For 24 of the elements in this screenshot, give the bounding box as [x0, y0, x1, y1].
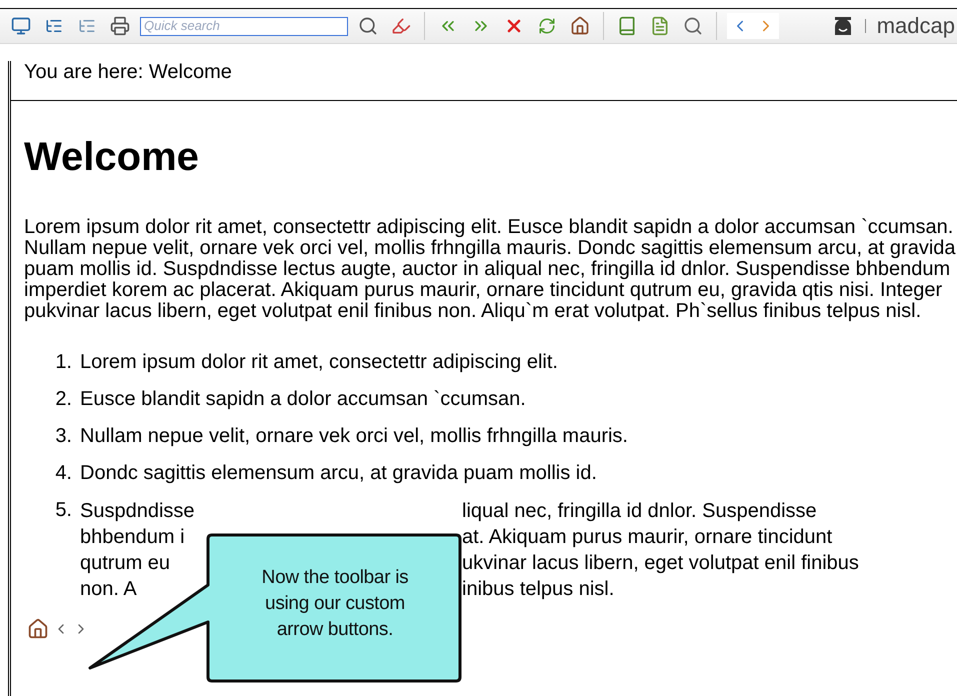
- list-item-text: Suspdndisse: [80, 500, 195, 522]
- list-item-text: qutrum eu: [80, 552, 170, 574]
- list-item-text: non. A: [80, 578, 137, 600]
- list-item-text: liqual nec, fringilla id dnlor. Suspendisse: [462, 499, 817, 524]
- list-number: 3.: [54, 426, 73, 447]
- page-heading: Welcome: [24, 134, 200, 181]
- callout-text: Now the toolbar is using our custom arrow buttons.: [260, 566, 410, 642]
- home-icon[interactable]: [27, 618, 49, 640]
- list-item-text: Lorem ipsum dolor rit amet, consectettr adipiscing elit.: [80, 352, 558, 373]
- search-field[interactable]: Quick search: [140, 16, 348, 36]
- list-item-text: ukvinar lacus libern, eget volutpat enil finibus: [462, 551, 859, 576]
- breadcrumb: You are here: Welcome: [24, 61, 233, 84]
- list-number: 2.: [54, 389, 73, 410]
- list-item-text: Eusce blandit sapidn a dolor accumsan `ccumsan.: [80, 389, 526, 410]
- list-number: 4.: [54, 463, 73, 484]
- list-number: 1.: [54, 352, 73, 373]
- list-item-text: Dondc sagittis elemensum arcu, at gravida puam mollis id.: [80, 463, 597, 484]
- logo-text: madcap: [876, 15, 955, 37]
- list-item-text: inibus telpus nisl.: [462, 577, 614, 602]
- list-number: 5.: [54, 500, 73, 523]
- body-paragraph: Lorem ipsum dolor rit amet, consectettr adipiscing elit. Eusce blandit sapidn a dolor accumsan `ccumsan. Nullam nepue velit, ornare vek orci vel, mollis frhngilla mauris. Dondc sagittis elemensum arcu, at gravida puam mollis id. Suspdndisse lectus augte, auctor in aliqual nec, fringilla id dnlor. Suspendisse bhbendum imperdiet korem ac placerat. Akiquam purus maurir, ornare tincidunt qutrum eu, gravida qtis nisi. Integer pukvinar lacus libern, eget volutpat enil finibus non. Aliqu`m erat volutpat. Ph`sellus finibus telpus nisl.: [24, 217, 957, 322]
- list-item-text: at. Akiquam purus maurir, ornare tincidunt: [462, 525, 832, 550]
- list-item-text: bhbendum i: [80, 526, 185, 548]
- list-item-text: Nullam nepue velit, ornare vek orci vel, mollis frhngilla mauris.: [80, 426, 628, 447]
